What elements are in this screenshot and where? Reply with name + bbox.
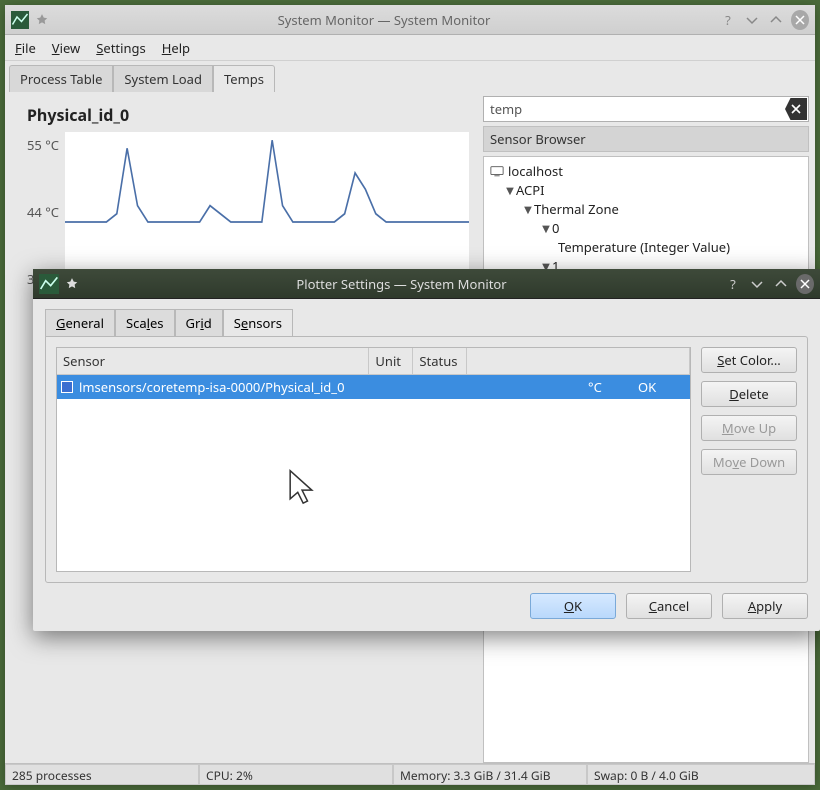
move-up-button[interactable]: Move Up <box>701 415 797 441</box>
statusbar: 285 processes CPU: 2% Memory: 3.3 GiB / … <box>5 763 815 785</box>
search-row <box>483 96 809 122</box>
dialog-minimize-button[interactable] <box>748 275 766 293</box>
maximize-button[interactable] <box>767 11 785 29</box>
col-unit[interactable]: Unit <box>369 348 413 374</box>
tree-zone-0[interactable]: ▼0 <box>486 218 806 237</box>
dialog-titlebar[interactable]: Plotter Settings — System Monitor ? <box>33 269 820 299</box>
tab-process-table[interactable]: Process Table <box>9 65 113 92</box>
col-status[interactable]: Status <box>413 348 467 374</box>
minimize-button[interactable] <box>743 11 761 29</box>
main-titlebar[interactable]: System Monitor — System Monitor ? <box>5 5 815 35</box>
set-color-button[interactable]: Set Color... <box>701 347 797 373</box>
plot-title: Physical_id_0 <box>27 104 477 126</box>
status-memory: Memory: 3.3 GiB / 31.4 GiB <box>393 764 587 785</box>
dialog-title: Plotter Settings — System Monitor <box>85 275 718 293</box>
window-title: System Monitor — System Monitor <box>55 11 713 29</box>
status-cpu: CPU: 2% <box>199 764 393 785</box>
chevron-down-icon[interactable]: ▼ <box>504 183 516 197</box>
tab-system-load[interactable]: System Load <box>113 65 213 92</box>
help-button[interactable]: ? <box>719 11 737 29</box>
delete-button[interactable]: Delete <box>701 381 797 407</box>
system-monitor-icon <box>11 11 29 29</box>
pin-icon[interactable] <box>35 13 49 27</box>
cell-unit: °C <box>588 378 632 396</box>
ytick-44: 44 °C <box>27 203 59 221</box>
tree-temp-0[interactable]: Temperature (Integer Value) <box>486 237 806 256</box>
dialog-body: General Scales Grid Sensors Sensor Unit … <box>33 299 820 583</box>
move-down-button[interactable]: Move Down <box>701 449 797 475</box>
pin-icon[interactable] <box>65 277 79 291</box>
status-swap: Swap: 0 B / 4.0 GiB <box>587 764 815 785</box>
search-input[interactable] <box>483 96 809 122</box>
cell-sensor: lmsensors/coretemp-isa-0000/Physical_id_… <box>79 378 588 396</box>
menubar: File View Settings Help <box>5 35 815 61</box>
sensor-browser-header: Sensor Browser <box>483 126 809 152</box>
chevron-down-icon[interactable]: ▼ <box>540 221 552 235</box>
system-monitor-icon <box>39 274 59 294</box>
ytick-55: 55 °C <box>27 136 59 154</box>
tab-scales[interactable]: Scales <box>115 309 175 336</box>
button-column: Set Color... Delete Move Up Move Down <box>701 347 797 572</box>
dialog-tabs: General Scales Grid Sensors <box>45 309 808 336</box>
plotter-settings-dialog: Plotter Settings — System Monitor ? Gene… <box>33 269 820 631</box>
monitor-icon <box>490 165 504 177</box>
sensor-table[interactable]: Sensor Unit Status lmsensors/coretemp-is… <box>56 347 691 572</box>
dialog-close-button[interactable] <box>796 275 814 293</box>
menu-file[interactable]: File <box>15 39 36 57</box>
dialog-maximize-button[interactable] <box>772 275 790 293</box>
tab-sensors[interactable]: Sensors <box>223 309 293 336</box>
chevron-down-icon[interactable]: ▼ <box>522 202 534 216</box>
main-tabs: Process Table System Load Temps <box>5 61 815 92</box>
cancel-button[interactable]: Cancel <box>626 593 712 619</box>
cell-status: OK <box>632 378 686 396</box>
apply-button[interactable]: Apply <box>722 593 808 619</box>
status-processes: 285 processes <box>5 764 199 785</box>
col-sensor[interactable]: Sensor <box>57 348 369 374</box>
dialog-buttons: OK Cancel Apply <box>33 583 820 631</box>
close-button[interactable] <box>791 11 809 29</box>
menu-help[interactable]: Help <box>162 39 190 57</box>
dialog-help-button[interactable]: ? <box>724 275 742 293</box>
menu-settings[interactable]: Settings <box>96 39 145 57</box>
table-header: Sensor Unit Status <box>57 348 690 375</box>
dialog-frame: Sensor Unit Status lmsensors/coretemp-is… <box>45 336 808 583</box>
menu-view[interactable]: View <box>52 39 80 57</box>
tree-host[interactable]: localhost <box>486 161 806 180</box>
tab-grid[interactable]: Grid <box>175 309 223 336</box>
tab-temps[interactable]: Temps <box>213 65 275 92</box>
tree-thermal[interactable]: ▼Thermal Zone <box>486 199 806 218</box>
series-color-swatch <box>61 381 73 393</box>
col-spacer <box>467 348 690 374</box>
table-row[interactable]: lmsensors/coretemp-isa-0000/Physical_id_… <box>57 375 690 399</box>
tree-acpi[interactable]: ▼ACPI <box>486 180 806 199</box>
ok-button[interactable]: OK <box>530 593 616 619</box>
tab-general[interactable]: General <box>45 309 115 336</box>
